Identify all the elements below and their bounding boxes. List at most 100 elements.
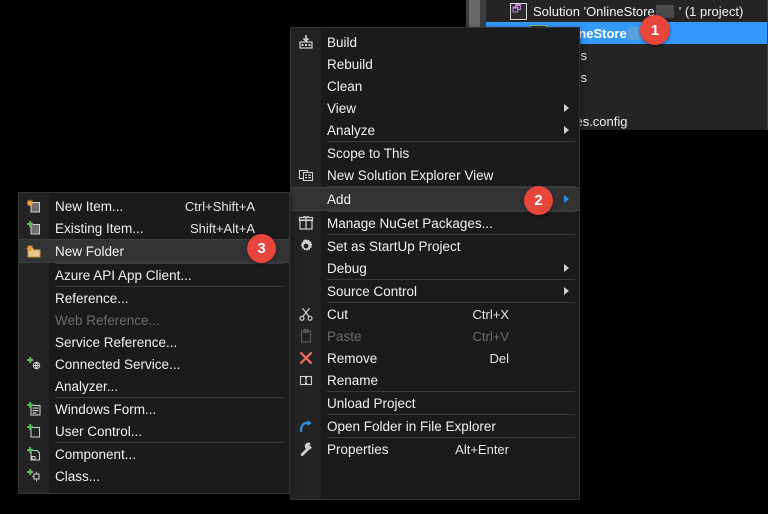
menu-item-label: Set as StartUp Project xyxy=(327,238,461,254)
menu-item-manage-nuget-packages[interactable]: Manage NuGet Packages... xyxy=(291,212,579,234)
menu-item-label: User Control... xyxy=(55,423,143,439)
menu-item-label: Rename xyxy=(327,372,379,388)
user-control-icon xyxy=(19,420,49,442)
gear-icon xyxy=(291,235,321,257)
menu-item-shortcut: Ctrl+Shift+A xyxy=(184,198,255,214)
screen-root: Solution 'OnlineStore' (1 project)▴C#Onl… xyxy=(0,0,768,514)
menu-item-analyze[interactable]: Analyze xyxy=(291,119,579,141)
solution-explorer-row-suffix: ' (1 project) xyxy=(678,3,744,19)
windows-form-icon xyxy=(19,398,49,420)
menu-item-cut[interactable]: Cut Ctrl+X xyxy=(291,303,579,325)
menu-item-label: Scope to This xyxy=(327,145,410,161)
step-badge-1: 1 xyxy=(640,15,670,45)
menu-icon-empty xyxy=(291,97,321,119)
menu-item-open-folder-in-file-explorer[interactable]: Open Folder in File Explorer xyxy=(291,415,579,437)
add-item-class[interactable]: Class... xyxy=(19,465,289,487)
add-item-web-reference: Web Reference... xyxy=(19,309,289,331)
menu-item-label: Azure API App Client... xyxy=(55,267,192,283)
menu-item-properties[interactable]: Properties Alt+Enter xyxy=(291,438,579,460)
clipboard-icon xyxy=(291,325,321,347)
menu-item-shortcut: Shift+Alt+A xyxy=(189,220,255,236)
menu-icon-empty xyxy=(291,392,321,414)
menu-item-label: Reference... xyxy=(55,290,129,306)
menu-item-label: Cut xyxy=(327,306,349,322)
menu-item-label: Manage NuGet Packages... xyxy=(327,215,493,231)
menu-item-scope-to-this[interactable]: Scope to This xyxy=(291,142,579,164)
menu-item-label: Analyze xyxy=(327,122,376,138)
add-submenu-list: New Item... Ctrl+Shift+A Existing Item... S… xyxy=(19,193,289,487)
menu-icon-empty xyxy=(19,309,49,331)
add-item-user-control[interactable]: User Control... xyxy=(19,420,289,442)
add-item-service-reference[interactable]: Service Reference... xyxy=(19,331,289,353)
solution-explorer-row[interactable]: Solution 'OnlineStore ' (1 project) xyxy=(486,0,767,22)
menu-item-new-solution-explorer-view[interactable]: New Solution Explorer View xyxy=(291,164,579,186)
build-icon xyxy=(291,31,321,53)
menu-item-label: Windows Form... xyxy=(55,401,157,417)
add-item-component[interactable]: Component... xyxy=(19,443,289,465)
menu-icon-empty xyxy=(19,375,49,397)
menu-item-label: View xyxy=(327,100,357,116)
menu-item-clean[interactable]: Clean xyxy=(291,75,579,97)
nuget-icon xyxy=(291,212,321,234)
menu-icon-empty xyxy=(19,287,49,309)
menu-icon-empty xyxy=(19,264,49,286)
submenu-arrow-icon xyxy=(564,126,569,134)
solution-explorer-row-label: Solution 'OnlineStore xyxy=(533,3,655,19)
wrench-icon xyxy=(291,438,321,460)
menu-icon-empty xyxy=(291,53,321,75)
add-item-new-item[interactable]: New Item... Ctrl+Shift+A xyxy=(19,195,289,217)
menu-item-label: Service Reference... xyxy=(55,334,178,350)
add-item-reference[interactable]: Reference... xyxy=(19,287,289,309)
menu-item-label: Source Control xyxy=(327,283,418,299)
add-item-azure-api-app-client[interactable]: Azure API App Client... xyxy=(19,264,289,286)
menu-icon-empty xyxy=(291,75,321,97)
menu-item-unload-project[interactable]: Unload Project xyxy=(291,392,579,414)
class-icon xyxy=(19,465,49,487)
add-item-analyzer[interactable]: Analyzer... xyxy=(19,375,289,397)
menu-item-label: New Solution Explorer View xyxy=(327,167,494,183)
menu-item-label: Properties xyxy=(327,441,389,457)
submenu-arrow-icon xyxy=(564,195,569,203)
menu-item-label: Open Folder in File Explorer xyxy=(327,418,496,434)
solution-icon xyxy=(510,2,527,20)
menu-item-label: New Item... xyxy=(55,198,124,214)
menu-icon-empty xyxy=(19,331,49,353)
new-window-icon xyxy=(291,164,321,186)
submenu-arrow-icon xyxy=(564,104,569,112)
menu-item-debug[interactable]: Debug xyxy=(291,257,579,279)
step-badge-2: 2 xyxy=(524,186,553,215)
menu-item-set-as-startup-project[interactable]: Set as StartUp Project xyxy=(291,235,579,257)
menu-item-label: Add xyxy=(327,191,352,207)
menu-item-label: Unload Project xyxy=(327,395,416,411)
menu-item-source-control[interactable]: Source Control xyxy=(291,280,579,302)
menu-item-label: Web Reference... xyxy=(55,312,160,328)
add-item-connected-service[interactable]: Connected Service... xyxy=(19,353,289,375)
menu-item-shortcut: Ctrl+X xyxy=(472,306,509,322)
menu-icon-empty xyxy=(291,142,321,164)
context-menu-list: Build Rebuild Clean View Analyze Scope to Thi… xyxy=(291,28,579,460)
scissors-icon xyxy=(291,303,321,325)
menu-item-shortcut: Ctrl+V xyxy=(472,328,509,344)
add-item-windows-form[interactable]: Windows Form... xyxy=(19,398,289,420)
existing-item-icon xyxy=(19,217,49,239)
open-folder-arrow-icon xyxy=(291,415,321,437)
menu-item-label: Debug xyxy=(327,260,367,276)
menu-item-paste: Paste Ctrl+V xyxy=(291,325,579,347)
menu-item-label: Build xyxy=(327,34,358,50)
menu-item-rename[interactable]: Rename xyxy=(291,369,579,391)
menu-item-label: Remove xyxy=(327,350,378,366)
menu-item-remove[interactable]: Remove Del xyxy=(291,347,579,369)
add-item-existing-item[interactable]: Existing Item... Shift+Alt+A xyxy=(19,217,289,239)
menu-item-rebuild[interactable]: Rebuild xyxy=(291,53,579,75)
menu-item-label: Component... xyxy=(55,446,137,462)
remove-x-icon xyxy=(291,347,321,369)
menu-item-label: Paste xyxy=(327,328,362,344)
submenu-arrow-icon xyxy=(564,287,569,295)
menu-item-view[interactable]: View xyxy=(291,97,579,119)
menu-item-build[interactable]: Build xyxy=(291,31,579,53)
step-badge-3: 3 xyxy=(247,234,276,263)
menu-icon-empty xyxy=(291,119,321,141)
menu-item-label: Analyzer... xyxy=(55,378,119,394)
menu-item-shortcut: Del xyxy=(489,350,509,366)
rename-icon xyxy=(291,369,321,391)
